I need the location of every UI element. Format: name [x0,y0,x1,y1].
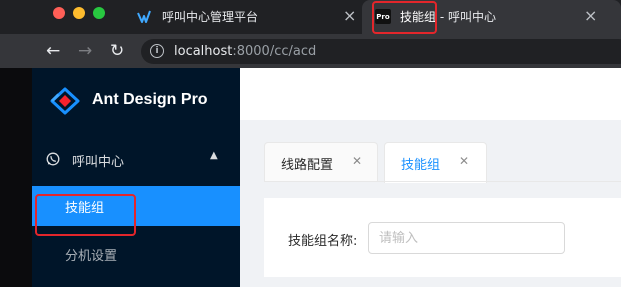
sidebar-item-extension-settings[interactable]: 分机设置 [32,234,240,274]
ant-design-logo-icon[interactable] [50,87,80,115]
whatsapp-icon [46,152,60,166]
tab-skill-group[interactable]: 技能组 ✕ [384,142,487,183]
browser-tab-title: 呼叫中心管理平台 [162,10,259,24]
browser-tabstrip: 呼叫中心管理平台 × Pro 技能组 - 呼叫中心 × [0,0,621,34]
forward-arrow-icon[interactable]: → [78,41,92,61]
minimize-window-button[interactable] [73,7,85,19]
submenu-title: 呼叫中心 [72,155,125,170]
maximize-window-button[interactable] [93,7,105,19]
annotation-highlight-menu [35,194,136,236]
address-bar[interactable]: i localhost:8000/cc/acd [141,39,621,64]
close-tab-icon[interactable]: × [584,6,597,25]
back-arrow-icon[interactable]: ← [46,41,60,61]
tabs-divider [264,181,621,182]
ant-favicon-icon [137,10,151,23]
sidebar-item-label: 分机设置 [65,249,118,264]
url-text: localhost:8000/cc/acd [174,44,317,59]
sidebar: Ant Design Pro 呼叫中心 ▲ 技能组 分机设置 [32,68,240,287]
annotation-highlight-tab [372,1,437,34]
browser-tab-call-center-platform[interactable]: 呼叫中心管理平台 × [124,0,364,34]
search-form-card: 技能组名称: [264,198,621,277]
skill-group-name-input[interactable] [368,222,565,254]
top-header [240,68,621,120]
tab-line-config[interactable]: 线路配置 ✕ [264,142,378,182]
chevron-up-icon: ▲ [210,150,218,161]
brand-name[interactable]: Ant Design Pro [92,91,208,109]
close-icon[interactable]: ✕ [352,154,362,168]
skill-group-name-label: 技能组名称: [288,234,358,249]
main-content: 线路配置 ✕ 技能组 ✕ 技能组名称: [240,68,621,287]
close-icon[interactable]: ✕ [459,154,469,168]
tab-label: 技能组 [401,158,441,173]
close-window-button[interactable] [53,7,65,19]
tab-label: 线路配置 [281,158,334,173]
site-info-icon[interactable]: i [150,44,164,58]
close-tab-icon[interactable]: × [343,6,356,25]
browser-toolbar: ← → ↻ i localhost:8000/cc/acd [0,34,621,68]
reload-icon[interactable]: ↻ [110,41,124,61]
submenu-call-center[interactable]: 呼叫中心 ▲ [32,140,240,180]
screen: 呼叫中心管理平台 × Pro 技能组 - 呼叫中心 × ← → ↻ i loca… [0,0,621,287]
